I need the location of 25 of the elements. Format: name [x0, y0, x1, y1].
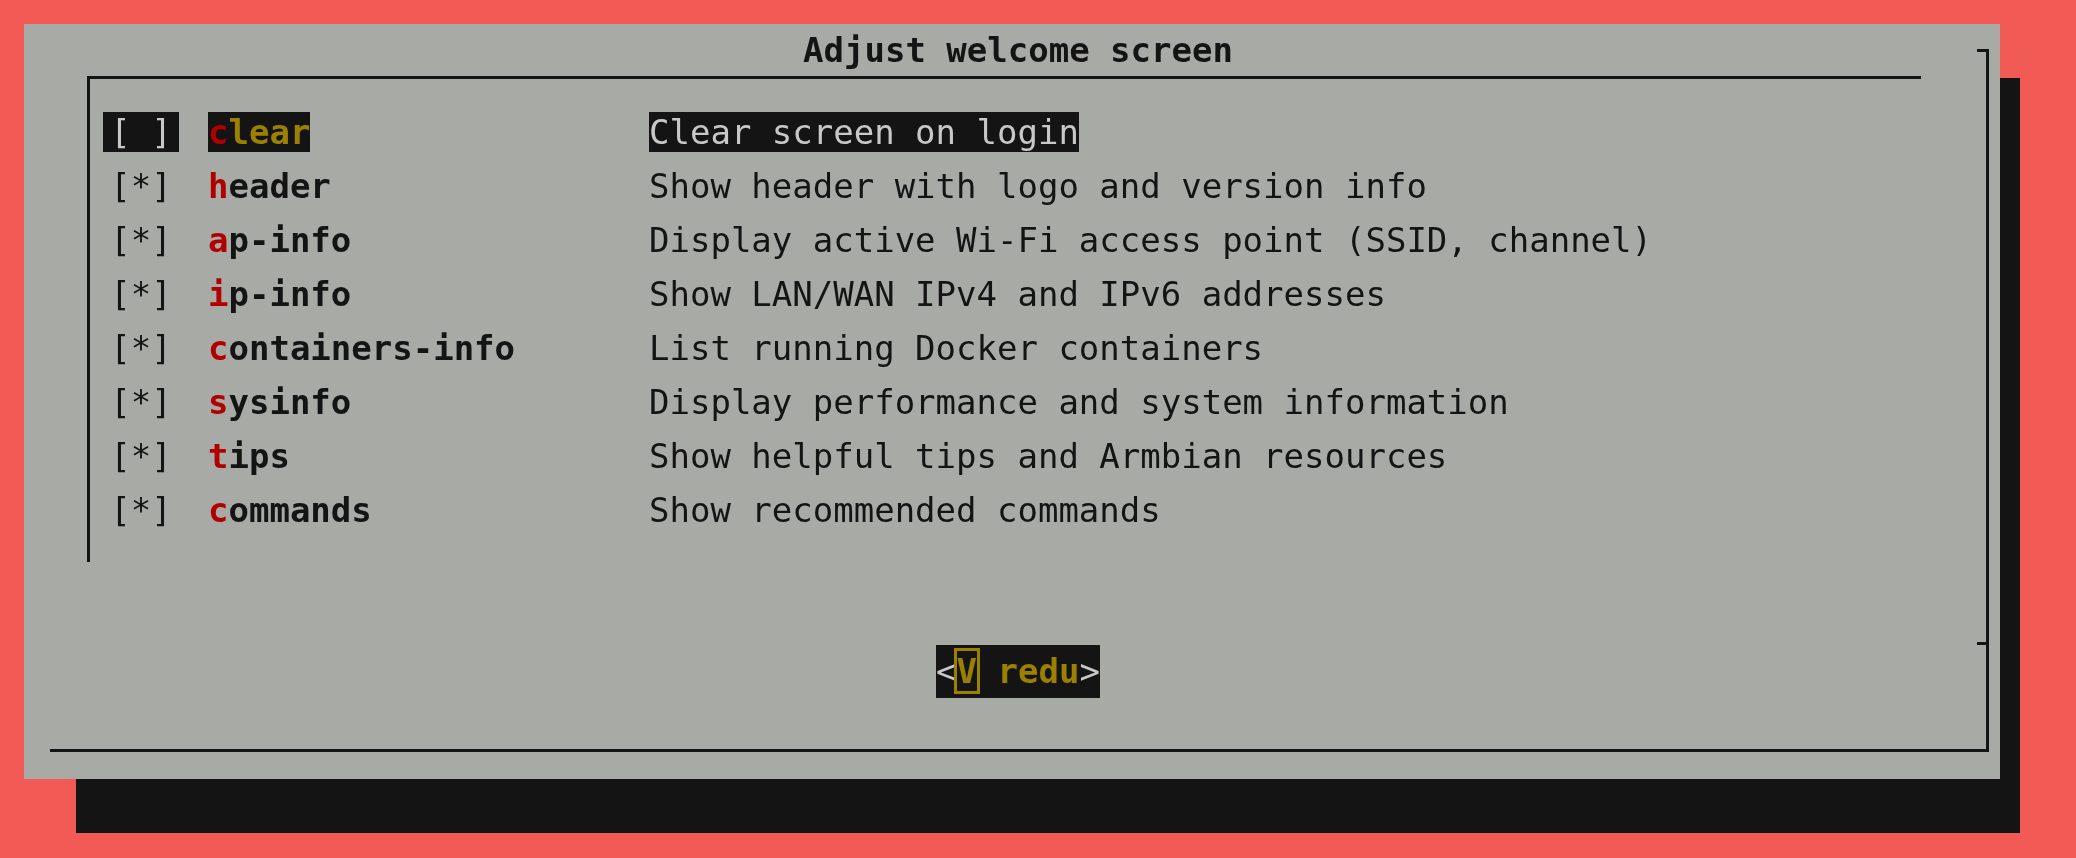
option-description: Show recommended commands [649, 490, 1161, 530]
checkbox[interactable]: [*] [103, 328, 179, 368]
checkbox[interactable]: [*] [103, 436, 179, 476]
option-name[interactable]: tips [208, 436, 290, 476]
option-description: Display performance and system information [649, 382, 1509, 422]
option-description: Show header with logo and version info [649, 166, 1427, 206]
dialog-title: Adjust welcome screen [803, 29, 1233, 72]
checkbox[interactable]: [*] [103, 274, 179, 314]
option-description: Clear screen on login [649, 112, 1079, 152]
checkbox[interactable]: [ ] [103, 112, 179, 152]
option-description: Display active Wi-Fi access point (SSID, channel) [649, 220, 1653, 260]
checkbox[interactable]: [*] [103, 166, 179, 206]
option-name[interactable]: commands [208, 490, 372, 530]
option-description: List running Docker containers [649, 328, 1264, 368]
option-name[interactable]: ap-info [208, 220, 352, 260]
option-description: Show helpful tips and Armbian resources [649, 436, 1448, 476]
option-name[interactable]: clear [208, 112, 311, 152]
checkbox[interactable]: [*] [103, 382, 179, 422]
option-description: Show LAN/WAN IPv4 and IPv6 addresses [649, 274, 1386, 314]
option-name[interactable]: containers-info [208, 328, 516, 368]
checkbox[interactable]: [*] [103, 220, 179, 260]
option-name[interactable]: sysinfo [208, 382, 352, 422]
option-name[interactable]: header [208, 166, 331, 206]
option-name[interactable]: ip-info [208, 274, 352, 314]
checkbox[interactable]: [*] [103, 490, 179, 530]
